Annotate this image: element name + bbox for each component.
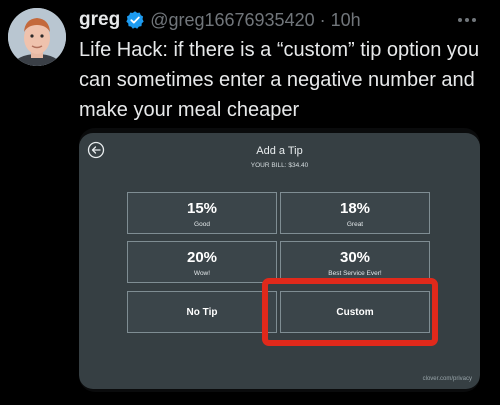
tip-description: Good [194, 221, 210, 228]
author-name[interactable]: greg [79, 9, 120, 31]
tip-percent: 20% [186, 249, 218, 266]
no-tip-label: No Tip [186, 307, 218, 318]
avatar[interactable] [8, 8, 66, 66]
tweet-timestamp[interactable]: 10h [331, 10, 361, 31]
separator-dot: · [319, 9, 326, 30]
dialog-title: Add a Tip [256, 145, 303, 157]
verified-badge-icon [125, 10, 145, 30]
tip-option-18[interactable]: 18% Great [280, 192, 430, 234]
tip-percent: 18% [339, 200, 371, 217]
bill-amount: YOUR BILL: $34.40 [250, 162, 309, 169]
tweet-header: greg @greg16676935420 · 10h [79, 8, 361, 32]
tip-percent: 15% [186, 200, 218, 217]
tip-percent: 30% [339, 249, 371, 266]
tip-description: Great [346, 221, 364, 228]
avatar-photo [8, 8, 66, 66]
tip-option-30[interactable]: 30% Best Service Ever! [280, 241, 430, 283]
custom-tip-button[interactable]: Custom [280, 291, 430, 333]
author-handle[interactable]: @greg16676935420 [150, 10, 314, 31]
tweet-media-image[interactable]: Add a Tip YOUR BILL: $34.40 15% Good 18%… [79, 128, 480, 392]
payment-terminal-screen: Add a Tip YOUR BILL: $34.40 15% Good 18%… [79, 133, 480, 389]
more-horizontal-icon[interactable] [455, 10, 479, 30]
no-tip-button[interactable]: No Tip [127, 291, 277, 333]
tip-option-15[interactable]: 15% Good [127, 192, 277, 234]
custom-tip-label: Custom [336, 307, 374, 318]
privacy-link[interactable]: clover.com/privacy [423, 376, 472, 382]
tip-description: Best Service Ever! [328, 270, 382, 277]
tweet-text: Life Hack: if there is a “custom” tip op… [79, 39, 480, 121]
tip-description: Wow! [193, 270, 211, 277]
tip-option-20[interactable]: 20% Wow! [127, 241, 277, 283]
